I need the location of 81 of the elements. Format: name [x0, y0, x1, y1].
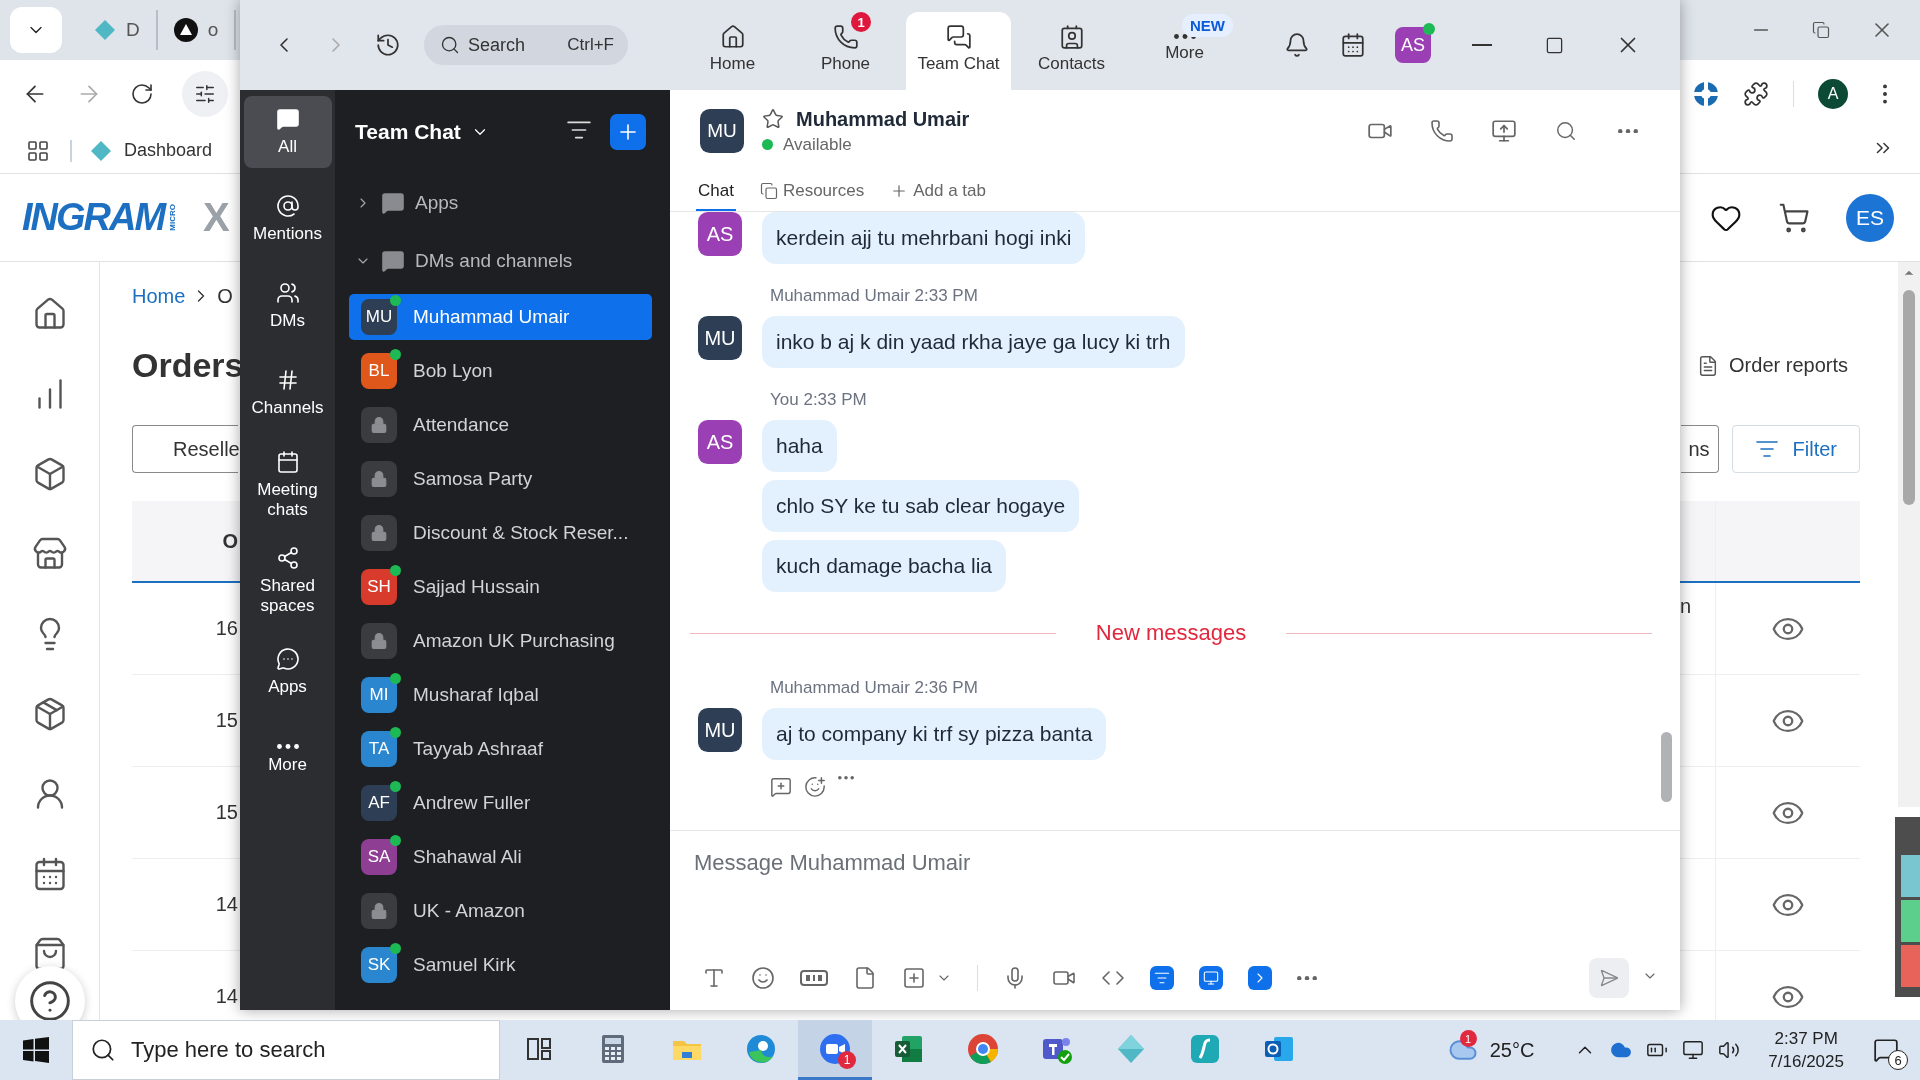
logo-subtext: MICRO	[168, 204, 178, 231]
conversation-item[interactable]: TA Tayyab Ashraaf	[349, 726, 652, 772]
conversation-item[interactable]: Samosa Party	[349, 456, 652, 502]
table-cell-text: 15	[214, 709, 238, 732]
nav-tab[interactable]: Contacts	[1019, 12, 1124, 90]
message-bubble: kerdein ajj tu mehrbani hogi inki	[762, 212, 1086, 264]
contact-avatar: MU	[700, 109, 744, 153]
rail-item[interactable]: Mentions	[243, 183, 332, 255]
chat-title: Muhammad Umair	[796, 107, 970, 131]
count-badge: 1	[838, 1051, 856, 1069]
conversation-item[interactable]: SK Samuel Kirk	[349, 942, 652, 988]
message-meta: You 2:33 PM	[770, 390, 867, 410]
conversation-item[interactable]: BL Bob Lyon	[349, 348, 652, 394]
sender-avatar: AS	[698, 420, 742, 464]
taskbar-app[interactable]: 1	[798, 1020, 872, 1080]
rail-item[interactable]: More	[243, 723, 332, 796]
taskbar-search[interactable]: Type here to search	[72, 1020, 500, 1080]
message-bubble: kuch damage bacha lia	[762, 540, 1006, 592]
rail-item[interactable]: All	[243, 96, 332, 168]
table-cell-text: 14	[214, 985, 238, 1008]
sender-avatar: MU	[698, 708, 742, 752]
rail-item[interactable]: DMs	[243, 270, 332, 342]
order-reports-link[interactable]: Order reports	[1697, 354, 1848, 377]
message-bubble: chlo SY ke tu sab clear hogaye	[762, 480, 1080, 532]
table-cell-text: 14	[214, 893, 238, 916]
conversation-item[interactable]: SA Shahawal Ali	[349, 834, 652, 880]
logo-mark: X	[203, 195, 230, 240]
message-bubble: aj to company ki trf sy pizza banta	[762, 708, 1107, 760]
conversation-item[interactable]: SH Sajjad Hussain	[349, 564, 652, 610]
chat-tab[interactable]: Add a tab	[888, 172, 988, 211]
notifications-button[interactable]: 6	[1858, 1022, 1914, 1078]
chat-tab[interactable]: Resources	[757, 172, 867, 211]
nav-tab[interactable]: Team Chat	[906, 12, 1011, 90]
rail-item[interactable]: Apps	[243, 636, 332, 709]
nav-tab[interactable]: 1 Phone	[793, 12, 898, 90]
conversation-item[interactable]: Discount & Stock Reser...	[349, 510, 652, 556]
page-button[interactable]: ns	[1680, 425, 1719, 473]
browser-tab[interactable]: o	[157, 10, 237, 50]
table-cell-text: 16	[214, 617, 238, 640]
message-bubble: inko b aj k din yaad rkha jaye ga lucy ki trh	[762, 316, 1185, 368]
presence-status: Available	[762, 134, 970, 155]
list-title[interactable]: Team Chat	[355, 120, 489, 144]
conversation-item[interactable]: Attendance	[349, 402, 652, 448]
conversation-item[interactable]: UK - Amazon	[349, 888, 652, 934]
browser-tab[interactable]: D	[78, 10, 158, 50]
sender-avatar: AS	[698, 212, 742, 256]
bookmark[interactable]: Dashboard	[70, 139, 213, 162]
shortcut-hint: Ctrl+F	[567, 35, 614, 55]
page-title: Orders	[132, 346, 244, 385]
conversation-item[interactable]: MU Muhammad Umair	[349, 294, 652, 340]
page-button[interactable]: Reselle	[132, 425, 238, 473]
table-cell-text: 15	[214, 801, 238, 824]
rail-item[interactable]: Channels	[243, 357, 332, 429]
rail-item[interactable]: Meeting chats	[243, 444, 332, 526]
user-avatar[interactable]: ES	[1846, 193, 1894, 242]
new-badge: NEW	[1182, 14, 1233, 37]
section-header[interactable]: Apps	[349, 174, 652, 232]
count-badge: 6	[1888, 1050, 1908, 1070]
conversation-item[interactable]: MI Musharaf Iqbal	[349, 672, 652, 718]
message-bubble: haha	[762, 420, 837, 472]
filter-button[interactable]: Filter	[1731, 425, 1860, 473]
section-header[interactable]: DMs and channels	[349, 232, 652, 290]
message-meta: Muhammad Umair 2:36 PM	[770, 678, 978, 698]
breadcrumb-text: O	[217, 284, 233, 308]
column-header: O	[221, 529, 238, 553]
count-badge: 1	[851, 12, 871, 32]
new-messages-divider: New messages	[1095, 620, 1247, 646]
count-badge: 1	[1459, 1030, 1477, 1047]
logo-text: INGRAM	[22, 196, 165, 239]
message-meta: Muhammad Umair 2:33 PM	[770, 286, 978, 306]
table-cell-text: n	[1680, 594, 1693, 618]
sender-avatar: MU	[698, 316, 742, 360]
rail-item[interactable]: Shared spaces	[243, 540, 332, 622]
conversation-item[interactable]: AF Andrew Fuller	[349, 780, 652, 826]
clock-date[interactable]: 7/16/2025	[1768, 1051, 1844, 1072]
breadcrumb-link[interactable]: Home	[132, 284, 186, 308]
nav-tab[interactable]: NEW More	[1132, 12, 1237, 90]
conversation-item[interactable]: Amazon UK Purchasing	[349, 618, 652, 664]
clock-time[interactable]: 2:37 PM	[1774, 1028, 1838, 1049]
profile-avatar[interactable]: A	[1818, 79, 1848, 109]
nav-tab[interactable]: Home	[680, 12, 785, 90]
